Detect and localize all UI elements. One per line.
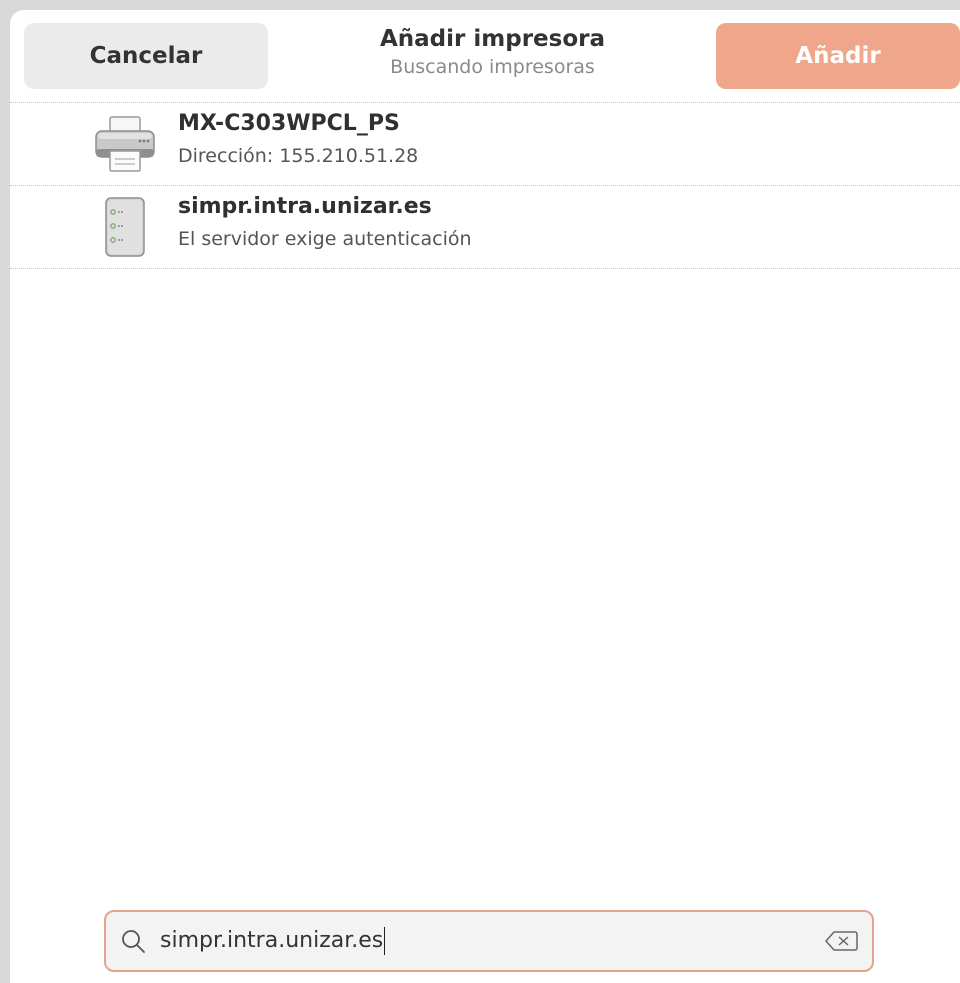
printer-name: MX-C303WPCL_PS xyxy=(178,111,400,136)
list-item[interactable]: MX-C303WPCL_PS Dirección: 155.210.51.28 xyxy=(10,103,960,186)
dialog-title: Añadir impresora xyxy=(379,26,605,52)
add-button[interactable]: Añadir xyxy=(716,23,960,89)
text-caret xyxy=(384,927,386,955)
dialog-subtitle: Buscando impresoras xyxy=(390,56,595,78)
search-input-text: simpr.intra.unizar.es xyxy=(160,928,384,953)
search-icon xyxy=(122,930,145,953)
printer-name: simpr.intra.unizar.es xyxy=(178,194,432,219)
cancel-button[interactable]: Cancelar xyxy=(24,23,268,89)
printer-list: MX-C303WPCL_PS Dirección: 155.210.51.28 … xyxy=(10,103,960,269)
add-printer-dialog: Cancelar Añadir impresora Buscando impre… xyxy=(10,10,960,983)
search-input[interactable]: simpr.intra.unizar.es xyxy=(160,927,386,955)
printer-icon xyxy=(95,116,155,172)
printer-detail: El servidor exige autenticación xyxy=(178,228,472,250)
server-icon xyxy=(105,197,145,257)
dialog-header: Cancelar Añadir impresora Buscando impre… xyxy=(10,10,960,103)
list-item[interactable]: simpr.intra.unizar.es El servidor exige … xyxy=(10,186,960,269)
clear-text-icon[interactable] xyxy=(824,930,858,952)
title-block: Añadir impresora Buscando impresoras xyxy=(310,24,675,80)
printer-detail: Dirección: 155.210.51.28 xyxy=(178,145,419,167)
search-field[interactable]: simpr.intra.unizar.es xyxy=(104,910,874,972)
